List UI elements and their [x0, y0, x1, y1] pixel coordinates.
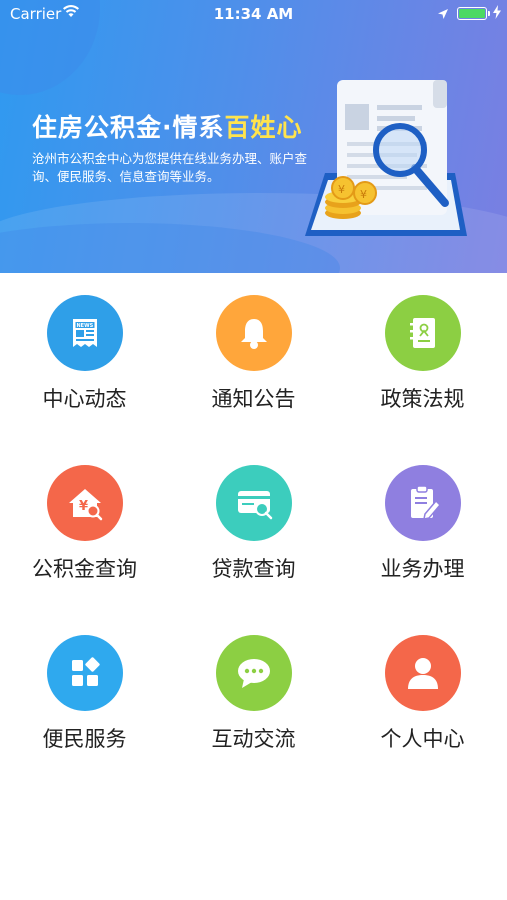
svg-text:¥: ¥	[360, 188, 367, 201]
menu-item-personal-center[interactable]: 个人中心	[338, 613, 507, 783]
svg-text:¥: ¥	[338, 183, 345, 196]
menu-item-center-news[interactable]: NEWS 中心动态	[0, 273, 169, 443]
chat-bubble-icon	[216, 635, 292, 711]
charging-bolt-icon	[493, 5, 501, 23]
menu-item-business[interactable]: 业务办理	[338, 443, 507, 613]
menu-item-loan-query[interactable]: 贷款查询	[169, 443, 338, 613]
person-icon	[385, 635, 461, 711]
menu-item-fund-query[interactable]: ¥ 公积金查询	[0, 443, 169, 613]
clock: 11:34 AM	[213, 5, 294, 23]
location-arrow-icon	[437, 6, 449, 24]
menu-item-notices[interactable]: 通知公告	[169, 273, 338, 443]
news-icon: NEWS	[47, 295, 123, 371]
header-banner: Carrier 11:34 AM 住房公积金·情系百姓心 沧州市公积金中心为您提…	[0, 0, 507, 273]
clipboard-edit-icon	[385, 465, 461, 541]
document-magnifier-illustration: ¥ ¥	[295, 78, 475, 252]
menu-item-label: 政策法规	[380, 387, 465, 411]
banner-title: 住房公积金·情系百姓心	[32, 108, 303, 144]
menu-item-label: 贷款查询	[211, 557, 296, 581]
battery-tip	[488, 11, 490, 16]
battery-icon	[457, 7, 487, 20]
bell-icon	[216, 295, 292, 371]
card-search-icon	[216, 465, 292, 541]
menu-item-public-service[interactable]: 便民服务	[0, 613, 169, 783]
menu-item-label: 通知公告	[211, 387, 296, 411]
menu-item-label: 个人中心	[380, 727, 465, 751]
menu-item-label: 公积金查询	[32, 557, 137, 581]
status-bar: Carrier 11:34 AM	[0, 0, 507, 30]
banner-title-highlight: 百姓心	[224, 113, 303, 142]
apps-grid-icon	[47, 635, 123, 711]
svg-text:NEWS: NEWS	[77, 323, 94, 329]
banner-title-main: 住房公积金·情系	[32, 113, 225, 142]
policy-book-icon	[385, 295, 461, 371]
menu-item-label: 便民服务	[42, 727, 127, 751]
menu-item-policies[interactable]: 政策法规	[338, 273, 507, 443]
menu-item-label: 中心动态	[42, 387, 127, 411]
banner-description: 沧州市公积金中心为您提供在线业务办理、账户查询、便民服务、信息查询等业务。	[32, 151, 308, 184]
house-yuan-search-icon: ¥	[47, 465, 123, 541]
menu-item-label: 业务办理	[380, 557, 465, 581]
menu-item-label: 互动交流	[211, 727, 296, 751]
menu-item-interaction[interactable]: 互动交流	[169, 613, 338, 783]
